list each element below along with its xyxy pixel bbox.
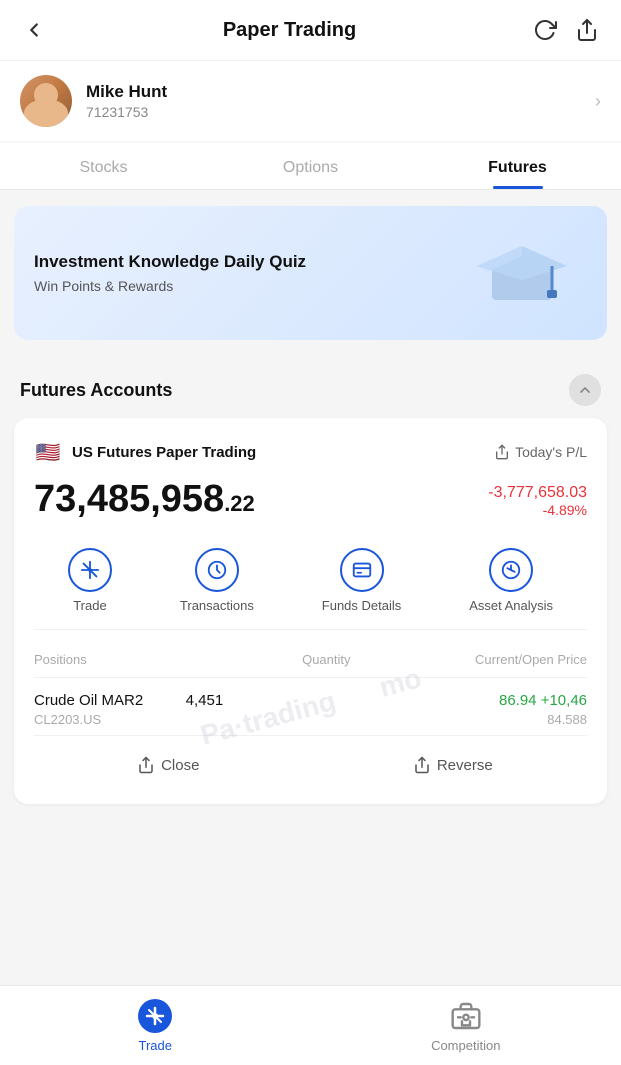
reverse-action-icon xyxy=(413,756,431,774)
share-small-icon xyxy=(494,444,510,460)
quiz-title: Investment Knowledge Daily Quiz xyxy=(34,252,467,272)
position-code: CL2203.US xyxy=(34,712,143,727)
action-funds-label: Funds Details xyxy=(322,598,401,613)
action-analysis[interactable]: Asset Analysis xyxy=(469,548,553,613)
action-transactions[interactable]: Transactions xyxy=(180,548,254,613)
account-name: US Futures Paper Trading xyxy=(72,444,256,461)
balance-display: 73,485,958.22 xyxy=(34,480,255,518)
th-positions: Positions xyxy=(34,652,271,667)
tab-bar: Stocks Options Futures xyxy=(0,143,621,190)
action-transactions-label: Transactions xyxy=(180,598,254,613)
position-open-price: 84.588 xyxy=(223,712,587,727)
close-action-icon xyxy=(137,756,155,774)
nav-competition-label: Competition xyxy=(431,1038,500,1053)
collapse-button[interactable] xyxy=(569,374,601,406)
account-name-row: 🇺🇸 US Futures Paper Trading xyxy=(34,438,256,466)
position-col: Crude Oil MAR2 CL2203.US xyxy=(34,692,143,727)
action-trade[interactable]: Trade xyxy=(68,548,112,613)
user-details: Mike Hunt 71231753 xyxy=(86,82,167,120)
section-title: Futures Accounts xyxy=(20,380,172,401)
quiz-text: Investment Knowledge Daily Quiz Win Poin… xyxy=(34,252,467,294)
action-funds[interactable]: Funds Details xyxy=(322,548,401,613)
page-title: Paper Trading xyxy=(223,19,356,42)
table-row[interactable]: Crude Oil MAR2 CL2203.US 4,451 86.94 +10… xyxy=(34,678,587,735)
flag-icon: 🇺🇸 xyxy=(34,438,62,466)
funds-icon xyxy=(340,548,384,592)
actions-row: Trade Transactions Funds Details xyxy=(34,538,587,630)
th-quantity: Quantity xyxy=(271,652,351,667)
competition-nav-icon xyxy=(448,998,484,1034)
balance-integer: 73,485,958 xyxy=(34,478,224,520)
analysis-icon xyxy=(489,548,533,592)
pl-label-text: Today's P/L xyxy=(515,444,587,460)
user-row[interactable]: Mike Hunt 71231753 › xyxy=(0,60,621,141)
balance-decimal: .22 xyxy=(224,491,255,516)
user-id: 71231753 xyxy=(86,104,167,120)
quiz-subtitle: Win Points & Rewards xyxy=(34,278,467,294)
card-actions: Close Reverse xyxy=(34,735,587,784)
user-chevron-icon: › xyxy=(595,91,601,112)
share-icon[interactable] xyxy=(573,16,601,44)
back-button[interactable] xyxy=(20,16,48,44)
action-trade-label: Trade xyxy=(73,598,106,613)
action-analysis-label: Asset Analysis xyxy=(469,598,553,613)
user-info: Mike Hunt 71231753 xyxy=(20,75,167,127)
reverse-position-button[interactable]: Reverse xyxy=(319,746,588,784)
position-price-col: 86.94 +10,46 84.588 xyxy=(223,692,587,727)
th-price: Current/Open Price xyxy=(351,652,588,667)
tab-options[interactable]: Options xyxy=(207,143,414,189)
account-card: 🇺🇸 US Futures Paper Trading Today's P/L … xyxy=(14,418,607,804)
tab-futures[interactable]: Futures xyxy=(414,143,621,189)
balance-change: -3,777,658.03 -4.89% xyxy=(488,484,587,518)
bottom-nav: Trade Competition xyxy=(0,985,621,1065)
refresh-icon[interactable] xyxy=(531,16,559,44)
position-quantity: 4,451 xyxy=(143,692,223,709)
position-name: Crude Oil MAR2 xyxy=(34,692,143,709)
nav-competition[interactable]: Competition xyxy=(311,998,621,1053)
transactions-icon xyxy=(195,548,239,592)
tab-stocks[interactable]: Stocks xyxy=(0,143,207,189)
balance-row: 73,485,958.22 -3,777,658.03 -4.89% xyxy=(34,480,587,518)
table-header: Positions Quantity Current/Open Price xyxy=(34,644,587,678)
close-position-button[interactable]: Close xyxy=(34,746,303,784)
trade-icon xyxy=(68,548,112,592)
nav-trade-label: Trade xyxy=(139,1038,172,1053)
app-header: Paper Trading xyxy=(0,0,621,60)
graduation-cap-icon xyxy=(467,228,587,318)
reverse-button-label: Reverse xyxy=(437,757,493,774)
price-change: +10,46 xyxy=(541,692,587,709)
change-amount: -3,777,658.03 xyxy=(488,484,587,502)
change-pct: -4.89% xyxy=(488,502,587,518)
trade-nav-icon xyxy=(137,998,173,1034)
close-button-label: Close xyxy=(161,757,199,774)
section-header: Futures Accounts xyxy=(0,356,621,418)
position-current-price: 86.94 +10,46 xyxy=(223,692,587,709)
header-actions xyxy=(531,16,601,44)
nav-trade[interactable]: Trade xyxy=(0,998,311,1053)
avatar xyxy=(20,75,72,127)
pl-label: Today's P/L xyxy=(494,444,587,460)
user-name: Mike Hunt xyxy=(86,82,167,102)
account-header: 🇺🇸 US Futures Paper Trading Today's P/L xyxy=(34,438,587,466)
quiz-banner[interactable]: Investment Knowledge Daily Quiz Win Poin… xyxy=(14,206,607,340)
